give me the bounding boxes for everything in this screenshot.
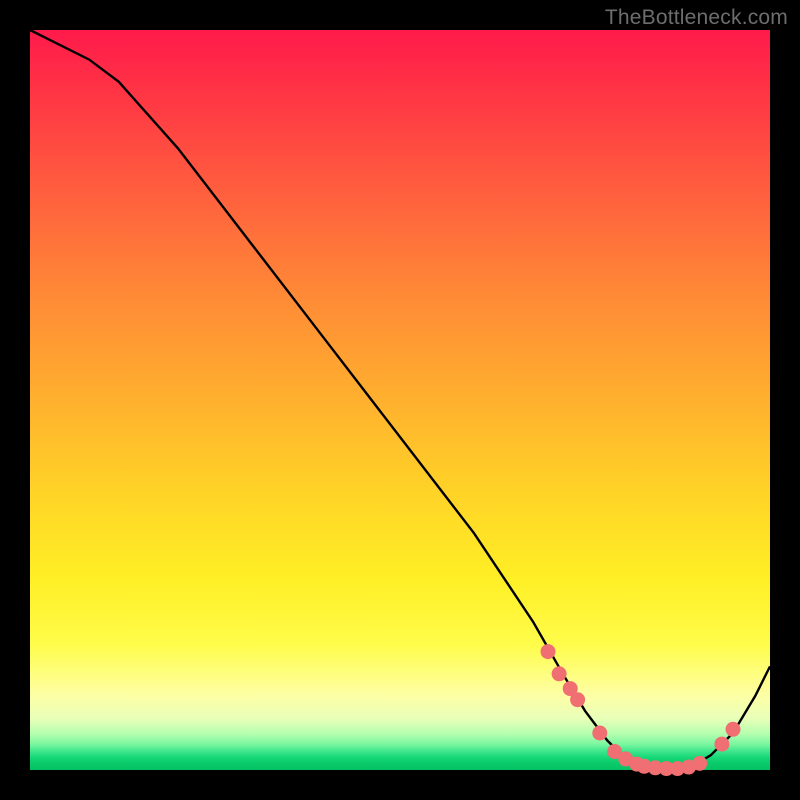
highlight-marker: [593, 726, 607, 740]
highlight-marker: [726, 722, 740, 736]
bottleneck-curve: [30, 30, 770, 769]
highlight-marker: [552, 667, 566, 681]
highlight-marker: [715, 737, 729, 751]
watermark-text: TheBottleneck.com: [605, 6, 788, 30]
chart-frame: TheBottleneck.com: [0, 0, 800, 800]
plot-area: [30, 30, 770, 770]
highlight-marker: [693, 756, 707, 770]
highlight-marker: [541, 645, 555, 659]
chart-svg: [30, 30, 770, 770]
highlight-marker: [571, 693, 585, 707]
